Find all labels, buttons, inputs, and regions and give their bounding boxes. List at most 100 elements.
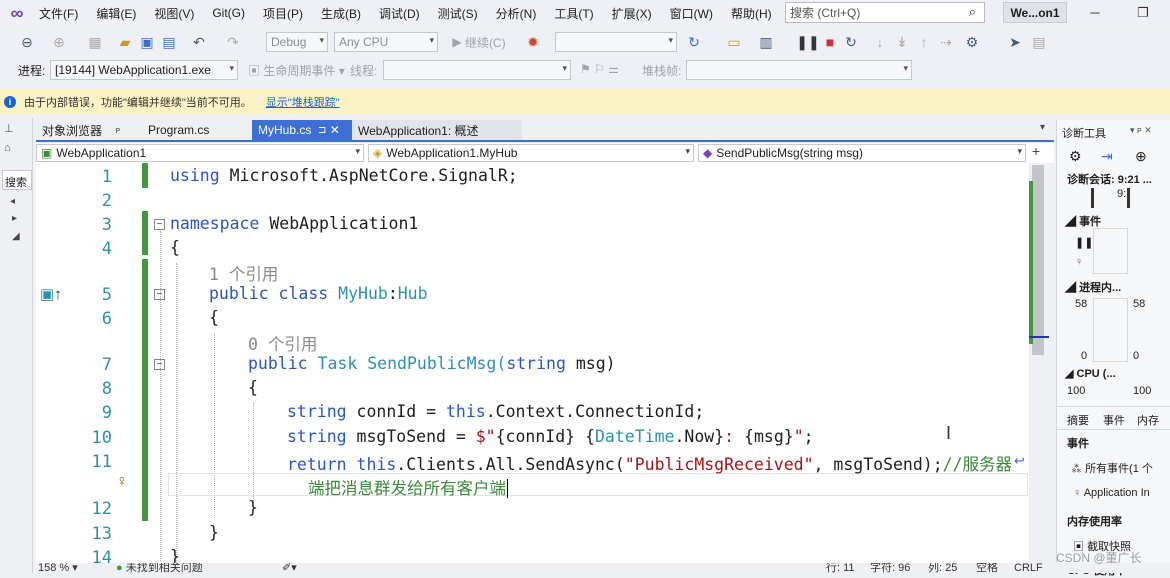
new-project-icon[interactable]: ▦ <box>84 31 106 53</box>
tab-object-browser[interactable]: 对象浏览器 ᴘ <box>36 120 136 140</box>
show-next-statement-icon[interactable]: ⇢ <box>938 31 954 53</box>
step-out-icon[interactable]: ↑ <box>916 31 932 53</box>
pin-icon[interactable]: ᴘ <box>115 125 120 135</box>
pin-icon[interactable]: ⊥ <box>4 122 14 135</box>
tab-myhub-cs[interactable]: MyHub.cs ⊐ ✕ <box>252 120 352 140</box>
flag-icons[interactable]: ⚑ ⚐ ⚌ <box>580 62 619 76</box>
method-icon: ◆ <box>703 146 713 160</box>
all-events-text: 所有事件(1 个 <box>1085 463 1153 475</box>
browse-icon[interactable]: ▭ <box>724 31 744 53</box>
brush-icon[interactable]: ✐▾ <box>282 563 297 573</box>
step-over-icon[interactable]: ↡ <box>894 31 910 53</box>
menu-edit[interactable]: 编辑(E) <box>87 5 145 22</box>
platform-dropdown[interactable]: Any CPU ▾ <box>334 32 438 52</box>
menu-analyze[interactable]: 分析(N) <box>487 5 546 22</box>
zoom-level[interactable]: 158 % ▾ <box>38 563 78 573</box>
project-dropdown[interactable]: ▣ WebApplication1 ▾ <box>36 144 364 162</box>
row-indicator[interactable]: 行: 11 <box>826 563 855 573</box>
scrollbar-thumb[interactable] <box>1032 165 1044 355</box>
menu-git[interactable]: Git(G) <box>203 6 254 20</box>
startup-item-dropdown[interactable]: ▾ <box>555 32 677 52</box>
forward-icon[interactable]: ⊕ <box>48 31 70 53</box>
expand-arrow-icon[interactable]: ◂ <box>10 196 15 207</box>
visual-studio-logo-icon[interactable]: ∞ <box>4 0 30 26</box>
tab-summary[interactable]: 摘要 <box>1067 412 1089 428</box>
application-insights-link[interactable]: ♀ Application In <box>1073 487 1150 499</box>
cursor-icon[interactable]: ➤ <box>1006 31 1024 53</box>
menu-test[interactable]: 测试(S) <box>429 5 487 22</box>
process-dropdown[interactable]: [19144] WebApplication1.exe ▾ <box>50 60 238 80</box>
expand-arrow-icon[interactable]: ▸ <box>12 213 17 224</box>
tab-overflow-icon[interactable]: ▾ <box>1040 122 1045 133</box>
restart-icon[interactable]: ↻ <box>842 31 860 53</box>
tab-events[interactable]: 事件 <box>1103 412 1125 428</box>
menu-bar: ∞ 文件(F) 编辑(E) 视图(V) Git(G) 项目(P) 生成(B) 调… <box>0 0 1170 26</box>
close-icon[interactable]: ✕ <box>330 123 340 137</box>
class-dropdown[interactable]: ◈ WebApplication1.MyHub ▾ <box>368 144 694 162</box>
cpu-header[interactable]: ◢ CPU (... <box>1065 367 1116 380</box>
line-number: 14 <box>91 548 112 563</box>
configuration-dropdown[interactable]: Debug ▾ <box>266 32 328 52</box>
member-dropdown[interactable]: ◆ SendPublicMsg(string msg) ▾ <box>698 144 1026 162</box>
editor-scrollbar[interactable]: ▴ <box>1029 163 1049 563</box>
menu-window[interactable]: 窗口(W) <box>661 5 722 22</box>
panel-menu-icons[interactable]: ▾ ᴘ ✕ <box>1130 125 1152 136</box>
collapse-arrow-icon[interactable]: ◢ <box>12 231 20 242</box>
restore-icon[interactable]: ❐ <box>1132 2 1154 23</box>
collapse-icon[interactable]: ⌂ <box>4 142 11 154</box>
tab-program-cs[interactable]: Program.cs <box>142 120 252 140</box>
back-icon[interactable]: ⊖ <box>16 31 38 53</box>
code-editor[interactable]: 1 2 3 4 5 6 7 8 9 10 11 12 13 14 ▣↑ ♀ − … <box>36 163 1029 563</box>
events-header[interactable]: ◢ 事件 <box>1065 213 1101 229</box>
code-lens-up-icon[interactable]: ▣↑ <box>40 285 62 303</box>
step-into-icon[interactable]: ↓ <box>872 31 888 53</box>
menu-view[interactable]: 视图(V) <box>145 5 203 22</box>
lightbulb-icon[interactable]: ♀ <box>116 473 133 493</box>
menu-debug[interactable]: 调试(D) <box>370 5 429 22</box>
open-folder-icon[interactable]: ▰ <box>116 31 134 53</box>
show-stack-trace-link[interactable]: 显示"堆栈跟踪" <box>266 94 340 110</box>
all-events-link[interactable]: ⁂ 所有事件(1 个 <box>1071 460 1153 476</box>
settings-icon[interactable]: ⚙ <box>1069 148 1082 165</box>
fold-toggle-icon[interactable]: − <box>154 219 165 230</box>
layout-icon[interactable]: ▥ <box>756 31 776 53</box>
zoom-in-icon[interactable]: ⊕ <box>1135 148 1147 165</box>
tab-webapplication1-overview[interactable]: WebApplication1: 概述 <box>352 120 522 140</box>
refresh-icon[interactable]: ↻ <box>684 31 704 53</box>
hot-reload-icon[interactable]: ✹ <box>520 31 546 53</box>
lifecycle-events-label[interactable]: ▣ 生命周期事件 ▾ <box>248 62 345 79</box>
continue-button[interactable]: ▶ 继续(C) <box>444 31 514 53</box>
code-lens-references[interactable]: 0 个引用 <box>248 331 317 355</box>
menu-extensions[interactable]: 扩展(X) <box>603 5 661 22</box>
pause-icon[interactable]: ❚❚ <box>796 31 819 53</box>
stop-icon[interactable]: ■ <box>822 31 838 53</box>
menu-help[interactable]: 帮助(H) <box>722 5 781 22</box>
stackframe-dropdown[interactable]: ▾ <box>686 60 912 80</box>
indent-indicator[interactable]: 空格 <box>976 563 998 573</box>
add-icon[interactable]: + <box>1032 143 1040 159</box>
menu-file[interactable]: 文件(F) <box>30 5 87 22</box>
search-input[interactable]: 搜索 (Ctrl+Q) ⌕ <box>785 2 985 23</box>
memory-max-left: 58 <box>1075 298 1088 310</box>
line-ending-indicator[interactable]: CRLF <box>1014 563 1043 573</box>
minimize-icon[interactable]: ─ <box>1084 2 1106 23</box>
menu-build[interactable]: 生成(B) <box>312 5 370 22</box>
layers-icon[interactable]: ▤ <box>1030 31 1048 53</box>
code-lens-references[interactable]: 1 个引用 <box>209 261 278 285</box>
tab-memory[interactable]: 内存 <box>1137 412 1159 428</box>
pin-icon[interactable]: ⊐ <box>318 125 326 136</box>
undo-icon[interactable]: ↶ <box>188 31 210 53</box>
menu-tools[interactable]: 工具(T) <box>545 5 602 22</box>
char-indicator[interactable]: 字符: 96 <box>870 563 910 573</box>
diagnostics-icon[interactable]: ⚙ <box>962 31 982 53</box>
col-indicator[interactable]: 列: 25 <box>928 563 957 573</box>
export-icon[interactable]: ⇥ <box>1101 148 1113 165</box>
redo-icon[interactable]: ↷ <box>222 31 244 53</box>
save-icon[interactable]: ▣ <box>138 31 156 53</box>
thread-dropdown[interactable]: ▾ <box>383 60 571 80</box>
issues-indicator[interactable]: ● 未找到相关问题 <box>116 563 203 573</box>
menu-project[interactable]: 项目(P) <box>254 5 312 22</box>
left-search-input[interactable]: 搜索 <box>2 170 32 190</box>
process-memory-header[interactable]: ◢ 进程内... <box>1065 279 1121 295</box>
save-all-icon[interactable]: ▤ <box>160 31 178 53</box>
